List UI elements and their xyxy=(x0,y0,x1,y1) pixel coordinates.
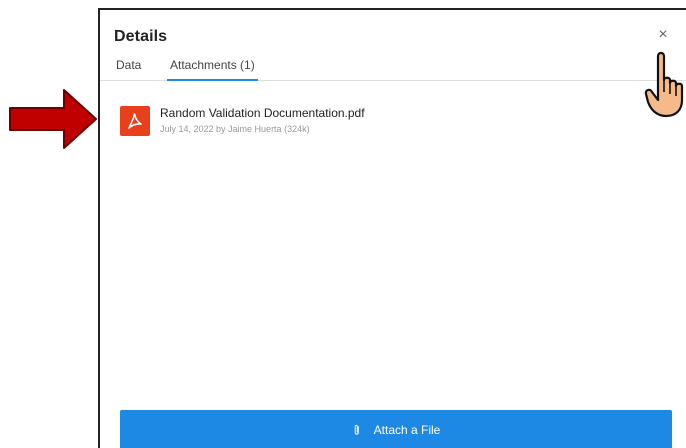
attachment-item[interactable]: Random Validation Documentation.pdf July… xyxy=(120,106,540,140)
tab-data[interactable]: Data xyxy=(116,58,141,80)
pointer-hand-icon xyxy=(644,51,684,118)
attachment-meta: July 14, 2022 by Jaime Huerta (324k) xyxy=(160,124,310,134)
pdf-icon xyxy=(120,106,150,136)
attach-file-button[interactable]: Attach a File xyxy=(120,410,672,448)
tab-bar: Data Attachments (1) xyxy=(100,54,686,81)
tab-attachments[interactable]: Attachments (1) xyxy=(167,58,258,81)
close-button[interactable]: × xyxy=(654,26,672,44)
paperclip-icon xyxy=(354,424,359,435)
annotation-arrow-icon xyxy=(9,89,97,149)
attach-file-label: Attach a File xyxy=(373,423,441,437)
attachment-file-name[interactable]: Random Validation Documentation.pdf xyxy=(160,106,365,120)
details-panel: Details × Data Attachments (1) Random Va… xyxy=(98,8,686,448)
panel-title: Details xyxy=(114,28,168,45)
screenshot-stage: Details × Data Attachments (1) Random Va… xyxy=(0,0,686,448)
close-icon: × xyxy=(658,26,668,43)
